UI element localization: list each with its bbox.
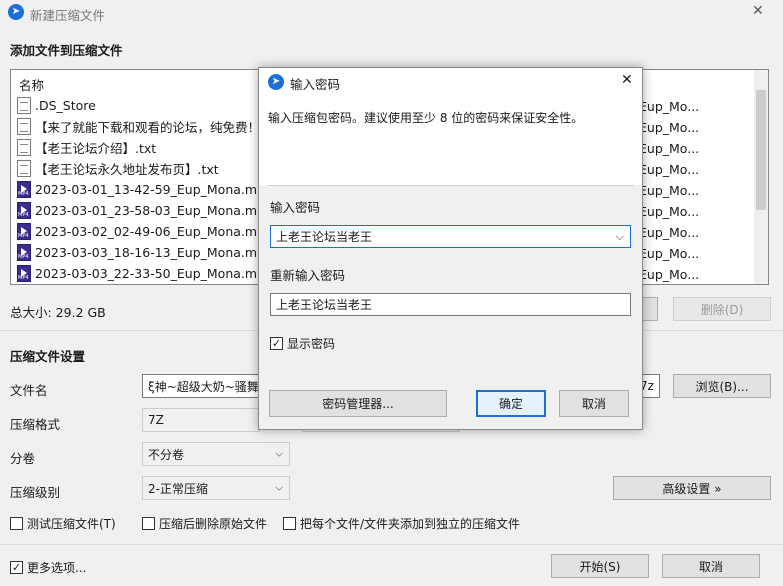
- filename-label: 文件名: [10, 383, 48, 398]
- start-button[interactable]: 开始(S): [551, 554, 649, 578]
- mp4-file-icon: [17, 244, 31, 261]
- total-size: 总大小: 29.2 GB: [10, 305, 106, 320]
- list-item[interactable]: 2023-03-03_18-16-13_Eup_Mona.mp4: [17, 242, 273, 263]
- list-item[interactable]: 【老王论坛介绍】.txt: [17, 137, 156, 158]
- browse-button[interactable]: 浏览(B)...: [673, 374, 771, 398]
- divider: [0, 544, 783, 545]
- window-close-icon[interactable]: ✕: [752, 3, 764, 19]
- filename-field[interactable]: ξ神~超级大奶~骚舞扌: [142, 374, 260, 398]
- confirm-password-label: 重新输入密码: [270, 268, 346, 283]
- mp4-file-icon: [17, 223, 31, 240]
- list-cell-suffix: Eup_Mo...: [639, 120, 700, 135]
- format-label: 压缩格式: [10, 417, 61, 432]
- password-input[interactable]: 上老王论坛当老王 ⌵: [270, 225, 631, 248]
- file-icon: [17, 97, 31, 114]
- close-icon[interactable]: ✕: [621, 72, 633, 88]
- level-select[interactable]: 2-正常压缩 ⌵: [142, 476, 290, 500]
- more-options-checkbox[interactable]: ✓ 更多选项...: [10, 559, 86, 576]
- list-item[interactable]: 【老王论坛永久地址发布页】.txt: [17, 158, 219, 179]
- mp4-file-icon: [17, 181, 31, 198]
- mp4-file-icon: [17, 265, 31, 282]
- checkbox-box[interactable]: [283, 517, 296, 530]
- title-bar: ➤ 新建压缩文件 ✕: [0, 0, 783, 26]
- list-cell-suffix: Eup_Mo...: [639, 99, 700, 114]
- list-item[interactable]: 2023-03-01_13-42-59_Eup_Mona.mp4: [17, 179, 273, 200]
- app-icon: ➤: [268, 74, 284, 90]
- add-files-heading: 添加文件到压缩文件: [10, 43, 123, 58]
- split-label: 分卷: [10, 451, 36, 466]
- dialog-title: 输入密码: [290, 77, 341, 92]
- checkbox-box[interactable]: ✓: [10, 561, 23, 574]
- confirm-password-input[interactable]: 上老王论坛当老王: [270, 293, 631, 316]
- dialog-description: 输入压缩包密码。建议使用至少 8 位的密码来保证安全性。: [268, 111, 584, 125]
- delete-button[interactable]: 删除(D): [673, 297, 771, 321]
- cancel-button[interactable]: 取消: [662, 554, 760, 578]
- password-manager-button[interactable]: 密码管理器...: [269, 390, 447, 417]
- ok-button[interactable]: 确定: [476, 390, 546, 417]
- test-archive-checkbox[interactable]: 测试压缩文件(T): [10, 515, 116, 532]
- advanced-settings-button[interactable]: 高级设置 »: [613, 476, 771, 500]
- list-cell-suffix: Eup_Mo...: [639, 183, 700, 198]
- dialog-title-bar: ➤ 输入密码 ✕: [259, 68, 642, 96]
- list-cell-suffix: Eup_Mo...: [639, 162, 700, 177]
- dialog-cancel-button[interactable]: 取消: [559, 390, 629, 417]
- password-label: 输入密码: [270, 200, 321, 215]
- mp4-file-icon: [17, 202, 31, 219]
- delete-source-checkbox[interactable]: 压缩后删除原始文件: [142, 515, 267, 532]
- list-item[interactable]: 2023-03-01_23-58-03_Eup_Mona.mp4: [17, 200, 273, 221]
- settings-heading: 压缩文件设置: [10, 349, 86, 364]
- list-item[interactable]: .DS_Store: [17, 95, 96, 116]
- list-cell-suffix: Eup_Mo...: [639, 141, 700, 156]
- column-header-name[interactable]: 名称: [19, 75, 44, 94]
- text-file-icon: [17, 139, 31, 156]
- checkbox-box[interactable]: [142, 517, 155, 530]
- chevron-down-icon: ⌵: [275, 482, 283, 494]
- level-label: 压缩级别: [10, 485, 61, 500]
- text-file-icon: [17, 118, 31, 135]
- checkbox-box[interactable]: ✓: [270, 337, 283, 350]
- chevron-down-icon: ⌵: [275, 448, 283, 460]
- list-cell-suffix: Eup_Mo...: [639, 246, 700, 261]
- app-icon: ➤: [8, 4, 24, 20]
- text-file-icon: [17, 160, 31, 177]
- separate-archives-checkbox[interactable]: 把每个文件/文件夹添加到独立的压缩文件: [283, 515, 520, 532]
- list-item[interactable]: 2023-03-03_22-33-50_Eup_Mona.mp4: [17, 263, 273, 284]
- list-cell-suffix: Eup_Mo...: [639, 267, 700, 282]
- list-item[interactable]: 2023-03-02_02-49-06_Eup_Mona.mp4: [17, 221, 273, 242]
- show-password-checkbox[interactable]: ✓ 显示密码: [270, 335, 335, 352]
- format-select[interactable]: 7Z: [142, 408, 260, 432]
- password-dialog: ➤ 输入密码 ✕ 输入压缩包密码。建议使用至少 8 位的密码来保证安全性。 输入…: [258, 67, 643, 430]
- window-title: 新建压缩文件: [30, 8, 106, 23]
- divider: [268, 185, 634, 186]
- list-item[interactable]: 【来了就能下载和观看的论坛，纯免费！】: [17, 116, 273, 137]
- scrollbar-thumb[interactable]: [756, 90, 766, 210]
- list-cell-suffix: Eup_Mo...: [639, 204, 700, 219]
- split-select[interactable]: 不分卷 ⌵: [142, 442, 290, 466]
- checkbox-box[interactable]: [10, 517, 23, 530]
- chevron-down-icon[interactable]: ⌵: [616, 230, 624, 244]
- list-cell-suffix: Eup_Mo...: [639, 225, 700, 240]
